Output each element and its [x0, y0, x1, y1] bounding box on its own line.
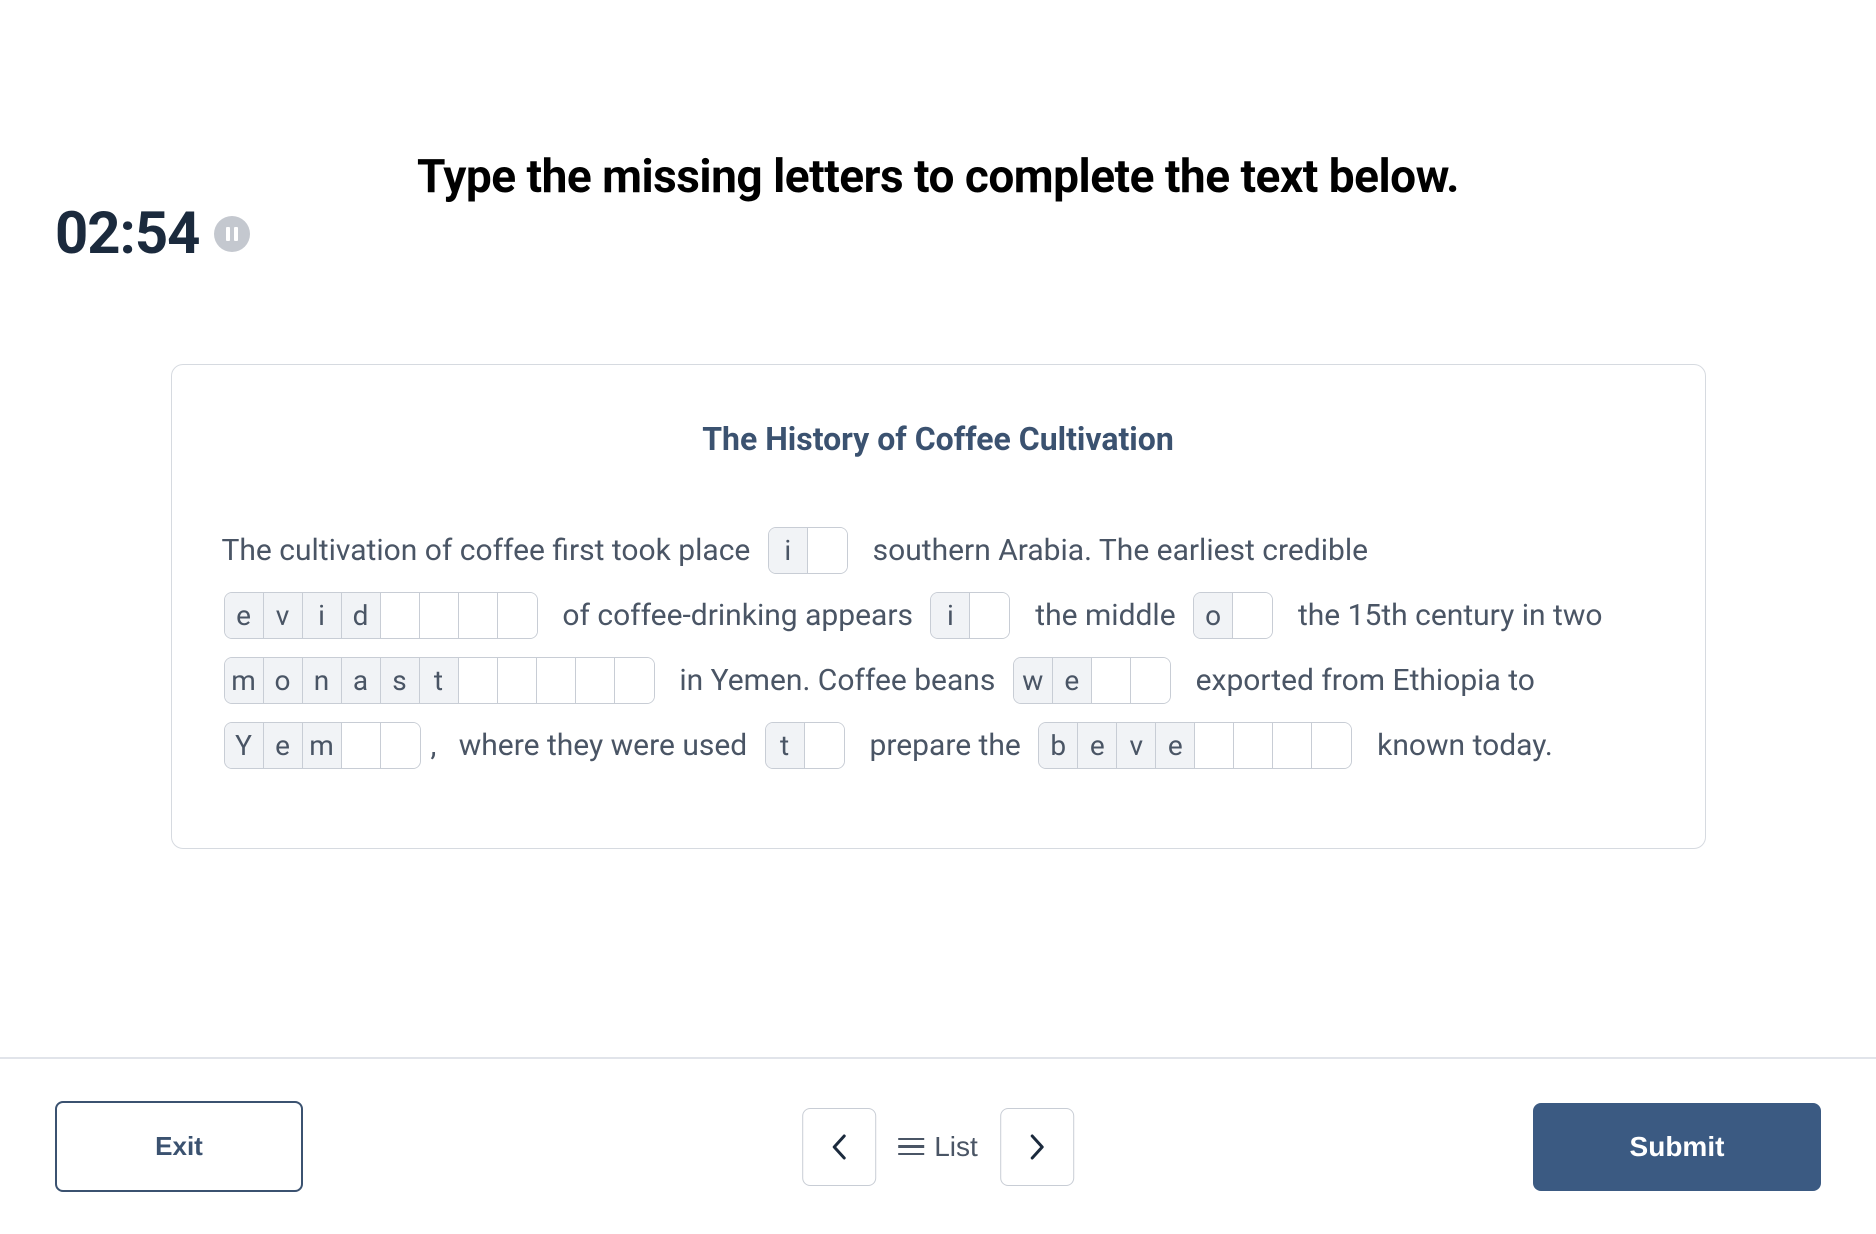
pause-icon	[226, 227, 238, 241]
letter-cell-empty[interactable]	[1131, 658, 1170, 703]
letter-cell-filled: m	[225, 658, 264, 703]
text-segment: , where they were used	[431, 713, 755, 778]
letter-blank[interactable]: t	[765, 722, 845, 769]
letter-cell-empty[interactable]	[805, 723, 844, 768]
nav-center: List	[802, 1108, 1074, 1186]
letter-cell-filled: t	[420, 658, 459, 703]
timer-section: 02:54	[55, 200, 250, 268]
text-segment: of coffee-drinking appears	[548, 583, 921, 648]
text-line: monast in Yemen. Coffee beans we exporte…	[222, 648, 1655, 713]
letter-cell-filled: v	[264, 593, 303, 638]
letter-cell-filled: a	[342, 658, 381, 703]
letter-cell-filled: i	[769, 528, 808, 573]
passage-title: The History of Coffee Cultivation	[222, 420, 1655, 458]
letter-cell-filled: b	[1039, 723, 1078, 768]
letter-cell-filled: Y	[225, 723, 264, 768]
letter-blank[interactable]: o	[1193, 592, 1273, 639]
letter-blank[interactable]: monast	[224, 657, 655, 704]
passage-body: The cultivation of coffee first took pla…	[222, 518, 1655, 778]
letter-cell-filled: i	[931, 593, 970, 638]
submit-button[interactable]: Submit	[1533, 1103, 1821, 1191]
letter-cell-empty[interactable]	[1233, 593, 1272, 638]
letter-cell-filled: e	[225, 593, 264, 638]
letter-cell-empty[interactable]	[381, 723, 420, 768]
letter-cell-filled: m	[303, 723, 342, 768]
letter-cell-empty[interactable]	[498, 593, 537, 638]
letter-cell-empty[interactable]	[420, 593, 459, 638]
text-segment: in Yemen. Coffee beans	[665, 648, 1003, 713]
letter-blank[interactable]: we	[1013, 657, 1171, 704]
text-line: The cultivation of coffee first took pla…	[222, 518, 1655, 583]
passage-box: The History of Coffee Cultivation The cu…	[171, 364, 1706, 849]
letter-cell-empty[interactable]	[576, 658, 615, 703]
letter-cell-empty[interactable]	[537, 658, 576, 703]
text-segment: the 15th century in two	[1283, 583, 1602, 648]
next-button[interactable]	[1000, 1108, 1074, 1186]
letter-cell-filled: s	[381, 658, 420, 703]
letter-cell-empty[interactable]	[1234, 723, 1273, 768]
letter-cell-filled: e	[1156, 723, 1195, 768]
letter-cell-filled: o	[264, 658, 303, 703]
prev-button[interactable]	[802, 1108, 876, 1186]
text-segment: The cultivation of coffee first took pla…	[222, 518, 758, 583]
letter-cell-filled: i	[303, 593, 342, 638]
text-line: evid of coffee-drinking appears i the mi…	[222, 583, 1655, 648]
letter-blank[interactable]: beve	[1038, 722, 1352, 769]
chevron-right-icon	[1028, 1133, 1046, 1161]
text-segment: southern Arabia. The earliest credible	[858, 518, 1368, 583]
letter-cell-filled: n	[303, 658, 342, 703]
letter-cell-empty[interactable]	[498, 658, 537, 703]
letter-cell-filled: e	[1053, 658, 1092, 703]
letter-blank[interactable]: Yem	[224, 722, 421, 769]
letter-blank[interactable]: evid	[224, 592, 538, 639]
text-segment: prepare the	[855, 713, 1029, 778]
exit-button[interactable]: Exit	[55, 1101, 303, 1192]
letter-cell-filled: w	[1014, 658, 1053, 703]
letter-cell-filled: e	[264, 723, 303, 768]
letter-cell-filled: t	[766, 723, 805, 768]
letter-cell-empty[interactable]	[970, 593, 1009, 638]
letter-cell-filled: e	[1078, 723, 1117, 768]
letter-cell-empty[interactable]	[615, 658, 654, 703]
letter-cell-filled: d	[342, 593, 381, 638]
text-line: Yem, where they were used t prepare the …	[222, 713, 1655, 778]
letter-cell-filled: v	[1117, 723, 1156, 768]
letter-cell-empty[interactable]	[459, 658, 498, 703]
letter-cell-empty[interactable]	[1273, 723, 1312, 768]
letter-cell-empty[interactable]	[1312, 723, 1351, 768]
letter-cell-empty[interactable]	[459, 593, 498, 638]
letter-cell-empty[interactable]	[808, 528, 847, 573]
letter-blank[interactable]: i	[768, 527, 848, 574]
list-button[interactable]: List	[898, 1131, 978, 1163]
text-segment: exported from Ethiopia to	[1181, 648, 1535, 713]
chevron-left-icon	[830, 1133, 848, 1161]
letter-cell-empty[interactable]	[381, 593, 420, 638]
text-segment: known today.	[1362, 713, 1553, 778]
letter-cell-filled: o	[1194, 593, 1233, 638]
list-icon	[898, 1138, 924, 1156]
pause-button[interactable]	[214, 216, 250, 252]
letter-cell-empty[interactable]	[342, 723, 381, 768]
instruction-heading: Type the missing letters to complete the…	[0, 150, 1876, 204]
letter-cell-empty[interactable]	[1195, 723, 1234, 768]
letter-cell-empty[interactable]	[1092, 658, 1131, 703]
timer-display: 02:54	[55, 200, 199, 268]
list-label: List	[934, 1131, 978, 1163]
letter-blank[interactable]: i	[930, 592, 1010, 639]
text-segment: the middle	[1020, 583, 1183, 648]
